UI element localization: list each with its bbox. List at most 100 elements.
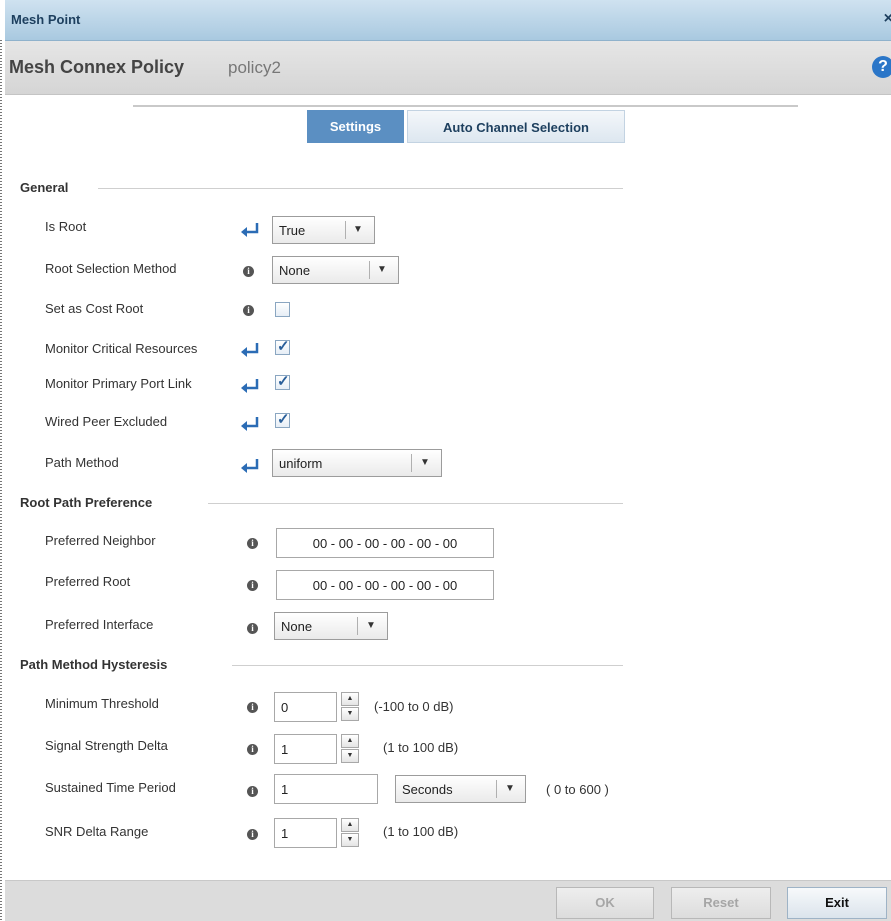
info-icon[interactable]: i: [247, 786, 258, 797]
policy-label: Mesh Connex Policy: [9, 57, 185, 77]
close-icon[interactable]: ×: [884, 10, 891, 28]
section-root-path-preference: Root Path Preference: [20, 495, 153, 510]
ok-button[interactable]: OK: [556, 887, 654, 919]
info-icon[interactable]: i: [247, 623, 258, 634]
sustained-time-period-value: 1: [281, 782, 289, 797]
snr-delta-range-range: (1 to 100 dB): [383, 824, 459, 839]
wired-peer-excluded-label: Wired Peer Excluded: [45, 414, 168, 429]
preferred-root-value: 00 - 00 - 00 - 00 - 00 - 00: [312, 578, 458, 593]
stepper-up-icon[interactable]: ▲: [341, 692, 359, 706]
caret-down-icon: ▼: [420, 457, 430, 468]
snr-delta-range-label: SNR Delta Range: [45, 824, 149, 839]
caret-down-icon: ▼: [366, 620, 376, 631]
stepper-down-icon[interactable]: ▼: [341, 833, 359, 847]
caret-down-icon: ▼: [353, 224, 363, 235]
preferred-interface-label: Preferred Interface: [45, 617, 154, 632]
minimum-threshold-stepper[interactable]: ▲ ▼: [341, 692, 359, 722]
preferred-root-input[interactable]: 00 - 00 - 00 - 00 - 00 - 00: [276, 570, 494, 600]
select-separator: [357, 617, 358, 635]
wired-peer-excluded-checkbox[interactable]: ✓: [275, 411, 290, 428]
signal-strength-delta-input[interactable]: 1: [274, 734, 337, 764]
caret-down-icon: ▼: [377, 264, 387, 275]
info-icon[interactable]: i: [247, 829, 258, 840]
checkmark-icon: ✓: [277, 338, 290, 355]
info-icon[interactable]: i: [247, 702, 258, 713]
signal-strength-delta-value: 1: [281, 742, 289, 757]
is-root-value: True: [279, 223, 306, 238]
sustained-time-period-input[interactable]: 1: [274, 774, 378, 804]
stepper-down-icon[interactable]: ▼: [341, 707, 359, 721]
select-separator: [496, 780, 497, 798]
caret-down-icon: ▼: [505, 783, 515, 794]
preferred-neighbor-input[interactable]: 00 - 00 - 00 - 00 - 00 - 00: [276, 528, 494, 558]
sustained-time-unit-select[interactable]: Seconds ▼: [395, 775, 526, 803]
checkmark-icon: ✓: [277, 411, 290, 428]
title-bar: Mesh Point ×: [5, 0, 891, 41]
tab-divider: [133, 105, 798, 107]
inherit-arrow-icon[interactable]: [240, 458, 262, 474]
section-divider: [98, 188, 623, 189]
select-separator: [345, 221, 346, 239]
root-selection-method-value: None: [279, 263, 311, 278]
select-separator: [411, 454, 412, 472]
root-selection-method-select[interactable]: None ▼: [272, 256, 399, 284]
is-root-label: Is Root: [45, 219, 87, 234]
section-path-method-hysteresis: Path Method Hysteresis: [20, 657, 168, 672]
info-icon[interactable]: i: [243, 266, 254, 277]
signal-strength-delta-range: (1 to 100 dB): [383, 740, 459, 755]
snr-delta-range-stepper[interactable]: ▲ ▼: [341, 818, 359, 848]
preferred-neighbor-label: Preferred Neighbor: [45, 533, 156, 548]
inherit-arrow-icon[interactable]: [240, 416, 262, 432]
section-divider: [208, 503, 623, 504]
signal-strength-delta-stepper[interactable]: ▲ ▼: [341, 734, 359, 764]
monitor-critical-resources-checkbox[interactable]: ✓: [275, 338, 290, 355]
policy-name: policy2: [228, 58, 281, 77]
minimum-threshold-range: (-100 to 0 dB): [374, 699, 454, 714]
info-icon[interactable]: i: [247, 744, 258, 755]
tab-auto-channel-selection[interactable]: Auto Channel Selection: [407, 110, 625, 143]
signal-strength-delta-label: Signal Strength Delta: [45, 738, 168, 753]
minimum-threshold-value: 0: [281, 700, 289, 715]
inherit-arrow-icon[interactable]: [240, 342, 262, 358]
section-general: General: [20, 180, 69, 195]
cost-root-label: Set as Cost Root: [45, 301, 144, 316]
policy-header: Mesh Connex Policy policy2 ?: [5, 41, 891, 95]
path-method-value: uniform: [279, 456, 323, 471]
window-border: [0, 40, 2, 920]
preferred-neighbor-value: 00 - 00 - 00 - 00 - 00 - 00: [312, 536, 458, 551]
stepper-down-icon[interactable]: ▼: [341, 749, 359, 763]
sustained-time-period-label: Sustained Time Period: [45, 780, 176, 795]
is-root-select[interactable]: True ▼: [272, 216, 375, 244]
select-separator: [369, 261, 370, 279]
reset-button[interactable]: Reset: [671, 887, 771, 919]
sustained-time-period-range: ( 0 to 600 ): [546, 782, 609, 797]
monitor-primary-port-link-checkbox[interactable]: ✓: [275, 373, 290, 390]
path-method-select[interactable]: uniform ▼: [272, 449, 442, 477]
exit-button[interactable]: Exit: [787, 887, 887, 919]
help-icon[interactable]: ?: [872, 56, 891, 78]
tab-settings[interactable]: Settings: [307, 110, 404, 143]
inherit-arrow-icon[interactable]: [240, 222, 262, 238]
info-icon[interactable]: i: [247, 538, 258, 549]
sustained-time-unit-value: Seconds: [402, 782, 453, 797]
checkmark-icon: ✓: [277, 373, 290, 390]
monitor-primary-port-link-label: Monitor Primary Port Link: [45, 376, 192, 391]
window-title: Mesh Point: [11, 12, 81, 27]
preferred-interface-select[interactable]: None ▼: [274, 612, 388, 640]
snr-delta-range-value: 1: [281, 826, 289, 841]
cost-root-checkbox[interactable]: [275, 302, 290, 317]
root-selection-method-label: Root Selection Method: [45, 261, 177, 276]
snr-delta-range-input[interactable]: 1: [274, 818, 337, 848]
path-method-label: Path Method: [45, 455, 119, 470]
stepper-up-icon[interactable]: ▲: [341, 818, 359, 832]
section-divider: [232, 665, 623, 666]
info-icon[interactable]: i: [247, 580, 258, 591]
preferred-root-label: Preferred Root: [45, 574, 131, 589]
inherit-arrow-icon[interactable]: [240, 378, 262, 394]
minimum-threshold-input[interactable]: 0: [274, 692, 337, 722]
preferred-interface-value: None: [281, 619, 313, 634]
monitor-critical-resources-label: Monitor Critical Resources: [45, 341, 198, 356]
minimum-threshold-label: Minimum Threshold: [45, 696, 159, 711]
info-icon[interactable]: i: [243, 305, 254, 316]
stepper-up-icon[interactable]: ▲: [341, 734, 359, 748]
